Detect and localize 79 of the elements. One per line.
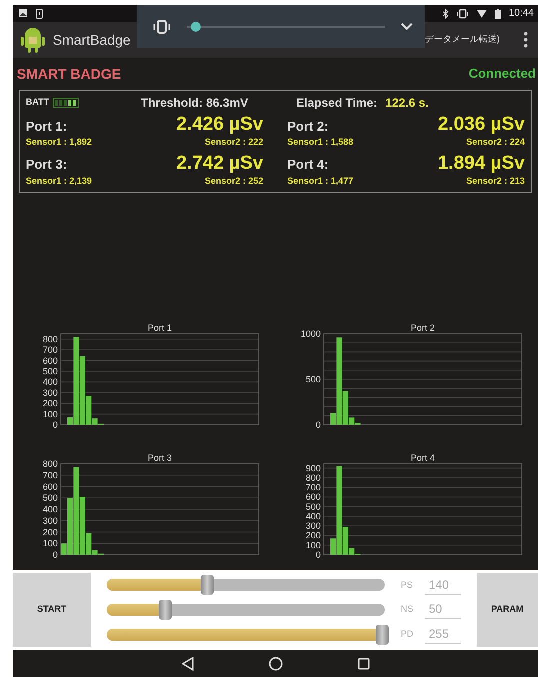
sensor-count: Sensor1 : 1,477 <box>288 174 354 188</box>
back-icon[interactable] <box>182 656 194 670</box>
axis-label: 100 <box>305 540 320 550</box>
vibrate-icon <box>153 20 171 34</box>
recents-icon[interactable] <box>358 658 370 670</box>
dose-reading: 2.742 µSv <box>176 152 264 174</box>
chevron-down-icon[interactable] <box>401 22 413 30</box>
clock-time: 10:44 <box>508 7 534 21</box>
axis-label: 800 <box>42 334 58 344</box>
axis-label: 200 <box>42 398 58 409</box>
chart-title: Port 3 <box>148 453 172 463</box>
sensor-count: Sensor2 : 252 <box>204 174 264 188</box>
port-label: Port 4: <box>288 156 329 174</box>
slider-label: PD <box>401 628 415 641</box>
connection-status: Connected <box>468 65 536 84</box>
battery-icon <box>494 8 501 18</box>
axis-label: 800 <box>305 472 320 483</box>
slider-label: NS <box>401 603 415 616</box>
sensor-count: Sensor2 : 224 <box>466 136 525 149</box>
axis-label: 0 <box>52 550 58 560</box>
image-icon <box>19 9 28 18</box>
axis-label: 300 <box>42 516 58 526</box>
param-button[interactable]: PARAM <box>477 573 538 647</box>
axis-label: 1000 <box>300 329 320 339</box>
axis-label: 500 <box>305 374 320 384</box>
axis-label: 100 <box>42 538 58 549</box>
axis-label: 900 <box>305 463 320 474</box>
battery-gauge-icon <box>53 98 80 108</box>
port-label: Port 2: <box>288 118 329 136</box>
axis-label: 500 <box>305 502 320 512</box>
axis-label: 300 <box>42 388 58 398</box>
axis-label: 700 <box>305 482 320 493</box>
chart-title: Port 4 <box>410 453 434 463</box>
wifi-icon <box>476 9 487 18</box>
axis-label: 0 <box>315 420 320 430</box>
axis-label: 700 <box>42 470 58 480</box>
axis-label: 300 <box>305 521 320 532</box>
port-label: Port 1: <box>26 118 68 136</box>
axis-label: 400 <box>42 377 58 388</box>
axis-label: 500 <box>42 366 58 376</box>
sensor-count: Sensor2 : 222 <box>204 136 264 149</box>
axis-label: 800 <box>42 459 58 469</box>
axis-label: 0 <box>315 550 320 560</box>
phone-icon <box>36 8 43 18</box>
home-icon[interactable] <box>268 656 282 670</box>
dose-reading: 2.426 µSv <box>176 114 264 136</box>
overflow-menu-icon[interactable] <box>524 32 528 48</box>
axis-label: 200 <box>305 530 320 541</box>
axis-label: 200 <box>42 527 58 538</box>
port-label: Port 3: <box>26 156 68 174</box>
sensor-count: Sensor1 : 1,892 <box>26 136 92 149</box>
sensor-count: Sensor2 : 213 <box>466 174 525 188</box>
mail-transfer-link[interactable]: データメール転送) <box>425 33 500 47</box>
dose-reading: 1.894 µSv <box>438 152 525 174</box>
robot-icon <box>21 26 45 54</box>
axis-label: 400 <box>42 504 58 514</box>
elapsed-time-label: Elapsed Time: <box>296 95 378 112</box>
axis-label: 400 <box>305 511 320 522</box>
sensor-count: Sensor1 : 2,139 <box>26 174 92 188</box>
axis-label: 0 <box>52 420 58 430</box>
axis-label: 500 <box>42 493 58 504</box>
sensor-count: Sensor1 : 1,588 <box>288 136 354 149</box>
chart-title: Port 2 <box>410 323 434 333</box>
axis-label: 600 <box>42 356 58 366</box>
chart-title: Port 1 <box>148 323 172 333</box>
app-title: SmartBadge <box>53 30 131 50</box>
axis-label: 100 <box>42 409 58 420</box>
threshold-reading: Threshold: 86.3mV <box>141 95 248 112</box>
app-heading: SMART BADGE <box>17 64 122 84</box>
vibrate-icon <box>456 8 469 18</box>
elapsed-time-value: 122.6 s. <box>386 95 429 112</box>
slider-label: PS <box>401 578 414 592</box>
dose-reading: 2.036 µSv <box>438 114 525 136</box>
axis-label: 600 <box>42 482 58 492</box>
axis-label: 600 <box>305 492 320 502</box>
battery-label: BATT <box>26 96 50 110</box>
start-button[interactable]: START <box>13 573 91 647</box>
axis-label: 700 <box>42 345 58 356</box>
bluetooth-icon <box>442 8 449 18</box>
